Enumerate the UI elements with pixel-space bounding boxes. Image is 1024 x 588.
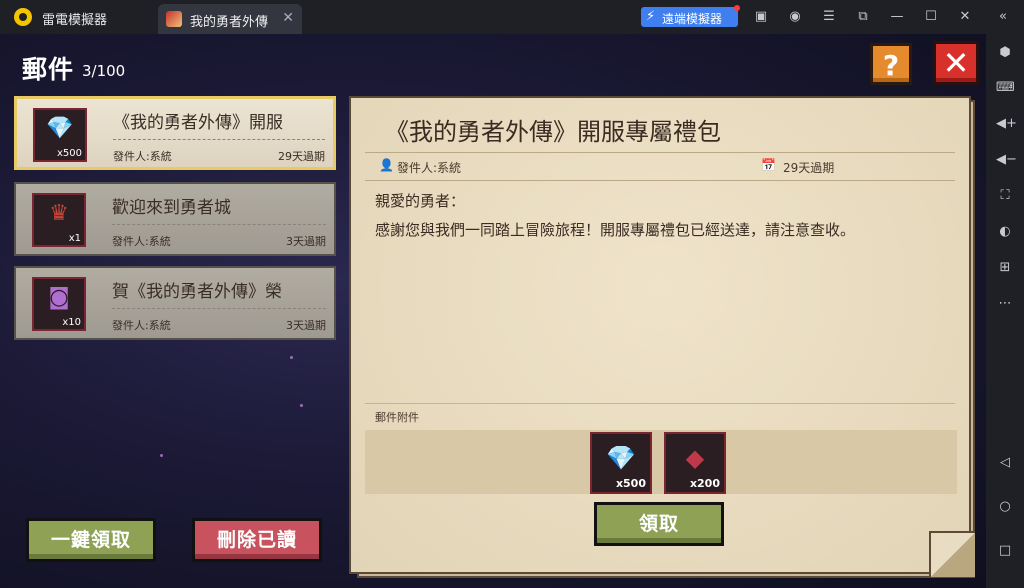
popout-icon[interactable]: ⧉: [855, 9, 871, 25]
delete-read-button[interactable]: 刪除已讀: [192, 518, 322, 562]
diamond-icon: 💎: [606, 444, 636, 472]
item-quantity: x200: [689, 477, 720, 490]
keyboard-icon[interactable]: ⌨: [996, 79, 1015, 97]
help-button[interactable]: ?: [870, 43, 912, 85]
letter-greeting: 親愛的勇者：: [375, 192, 466, 210]
attachment-crystal-ore[interactable]: ◆ x200: [664, 432, 726, 494]
diamond-icon: 💎 x500: [33, 108, 87, 162]
divider: [113, 139, 325, 140]
page-curl-decoration: [929, 531, 975, 577]
account-icon[interactable]: ◉: [787, 9, 803, 25]
chest-icon: ◙ x10: [32, 277, 86, 331]
tab-label: 我的勇者外傳: [190, 15, 269, 30]
remote-emulator-label: 遠端模擬器: [662, 12, 723, 26]
close-button[interactable]: ✕: [933, 41, 979, 85]
mail-subject: 《我的勇者外傳》開服: [113, 113, 283, 133]
mail-list-item[interactable]: ♛ x1 歡迎來到勇者城 發件人:系統 3天過期: [14, 182, 336, 256]
claim-button[interactable]: 領取: [594, 502, 724, 546]
divider: [112, 224, 326, 225]
divider: [365, 152, 955, 153]
page-title: 郵件: [22, 55, 75, 84]
star-decoration: [290, 356, 293, 359]
divider: [112, 308, 326, 309]
star-decoration: [160, 454, 163, 457]
maximize-icon[interactable]: ☐: [923, 9, 939, 25]
mail-subject: 賀《我的勇者外傳》榮: [112, 282, 282, 302]
letter-body: 感謝您與我們一同踏上冒險旅程！開服專屬禮包已經送達，請注意查收。: [375, 221, 856, 239]
install-apk-icon[interactable]: ◐: [996, 223, 1014, 241]
settings-icon[interactable]: ⬢: [996, 44, 1014, 62]
star-decoration: [300, 404, 303, 407]
mail-sender: 發件人:系統: [113, 150, 172, 163]
mail-sender: 發件人:系統: [112, 235, 171, 248]
mail-expire: 3天過期: [286, 319, 326, 332]
minimize-icon[interactable]: —: [889, 9, 905, 25]
mail-list-item[interactable]: 💎 x500 《我的勇者外傳》開服 發件人:系統 29天過期: [14, 96, 336, 170]
more-icon[interactable]: ⋯: [996, 295, 1014, 313]
close-window-icon[interactable]: ✕: [957, 9, 973, 25]
attachments-label: 郵件附件: [375, 411, 419, 424]
mail-sender: 發件人:系統: [112, 319, 171, 332]
item-quantity: x10: [62, 317, 81, 328]
calendar-icon: 📅: [761, 158, 776, 172]
divider: [365, 403, 955, 404]
multi-instance-icon[interactable]: ⊞: [996, 259, 1014, 277]
volume-down-icon[interactable]: ◀−: [996, 151, 1017, 169]
tab-game[interactable]: 我的勇者外傳 ✕: [158, 4, 302, 34]
mail-expire: 29天過期: [278, 150, 325, 163]
attachments-strip: [365, 430, 957, 494]
item-quantity: x500: [615, 477, 646, 490]
notification-dot: [734, 5, 740, 11]
helmet-icon: ♛ x1: [32, 193, 86, 247]
volume-up-icon[interactable]: ◀+: [996, 115, 1017, 133]
mail-subject: 歡迎來到勇者城: [112, 198, 231, 218]
back-icon[interactable]: ◁: [996, 454, 1014, 472]
app-logo-icon: [14, 8, 32, 26]
home-icon[interactable]: ○: [996, 498, 1014, 516]
divider: [365, 180, 955, 181]
emulator-titlebar: 雷電模擬器 我的勇者外傳 ✕ ⚡ 遠端模擬器 ▣ ◉ ☰ ⧉ — ☐ ✕ «: [0, 0, 1024, 34]
game-screen: 郵件 3/100 ? ✕ 💎 x500 《我的勇者外傳》開服 發件人:系統 29…: [0, 34, 986, 588]
emulator-sidebar: ⬢ ⌨ ◀+ ◀− ⛶ ◐ ⊞ ⋯ ◁ ○ □: [986, 34, 1024, 588]
recents-icon[interactable]: □: [996, 542, 1014, 560]
letter-title: 《我的勇者外傳》開服專屬禮包: [385, 118, 721, 146]
mail-list-item[interactable]: ◙ x10 賀《我的勇者外傳》榮 發件人:系統 3天過期: [14, 266, 336, 340]
item-quantity: x500: [56, 148, 82, 159]
letter-expire: 29天過期: [783, 161, 835, 175]
person-icon: 👤: [379, 158, 394, 172]
screenshot-icon[interactable]: ⛶: [996, 187, 1014, 205]
store-icon[interactable]: ▣: [753, 9, 769, 25]
attachment-diamond[interactable]: 💎 x500: [590, 432, 652, 494]
remote-emulator-button[interactable]: ⚡ 遠端模擬器: [641, 5, 740, 27]
mail-expire: 3天過期: [286, 235, 326, 248]
bolt-icon: ⚡: [646, 9, 656, 24]
claim-all-button[interactable]: 一鍵領取: [26, 518, 156, 562]
mail-count: 3/100: [82, 62, 126, 80]
game-tab-icon: [166, 11, 182, 27]
collapse-sidebar-icon[interactable]: «: [995, 9, 1011, 25]
crystal-ore-icon: ◆: [685, 444, 705, 472]
app-title: 雷電模擬器: [42, 13, 108, 28]
item-quantity: x1: [68, 233, 81, 244]
tab-close-icon[interactable]: ✕: [282, 10, 294, 26]
letter-sender: 發件人:系統: [397, 161, 462, 175]
menu-icon[interactable]: ☰: [821, 9, 837, 25]
